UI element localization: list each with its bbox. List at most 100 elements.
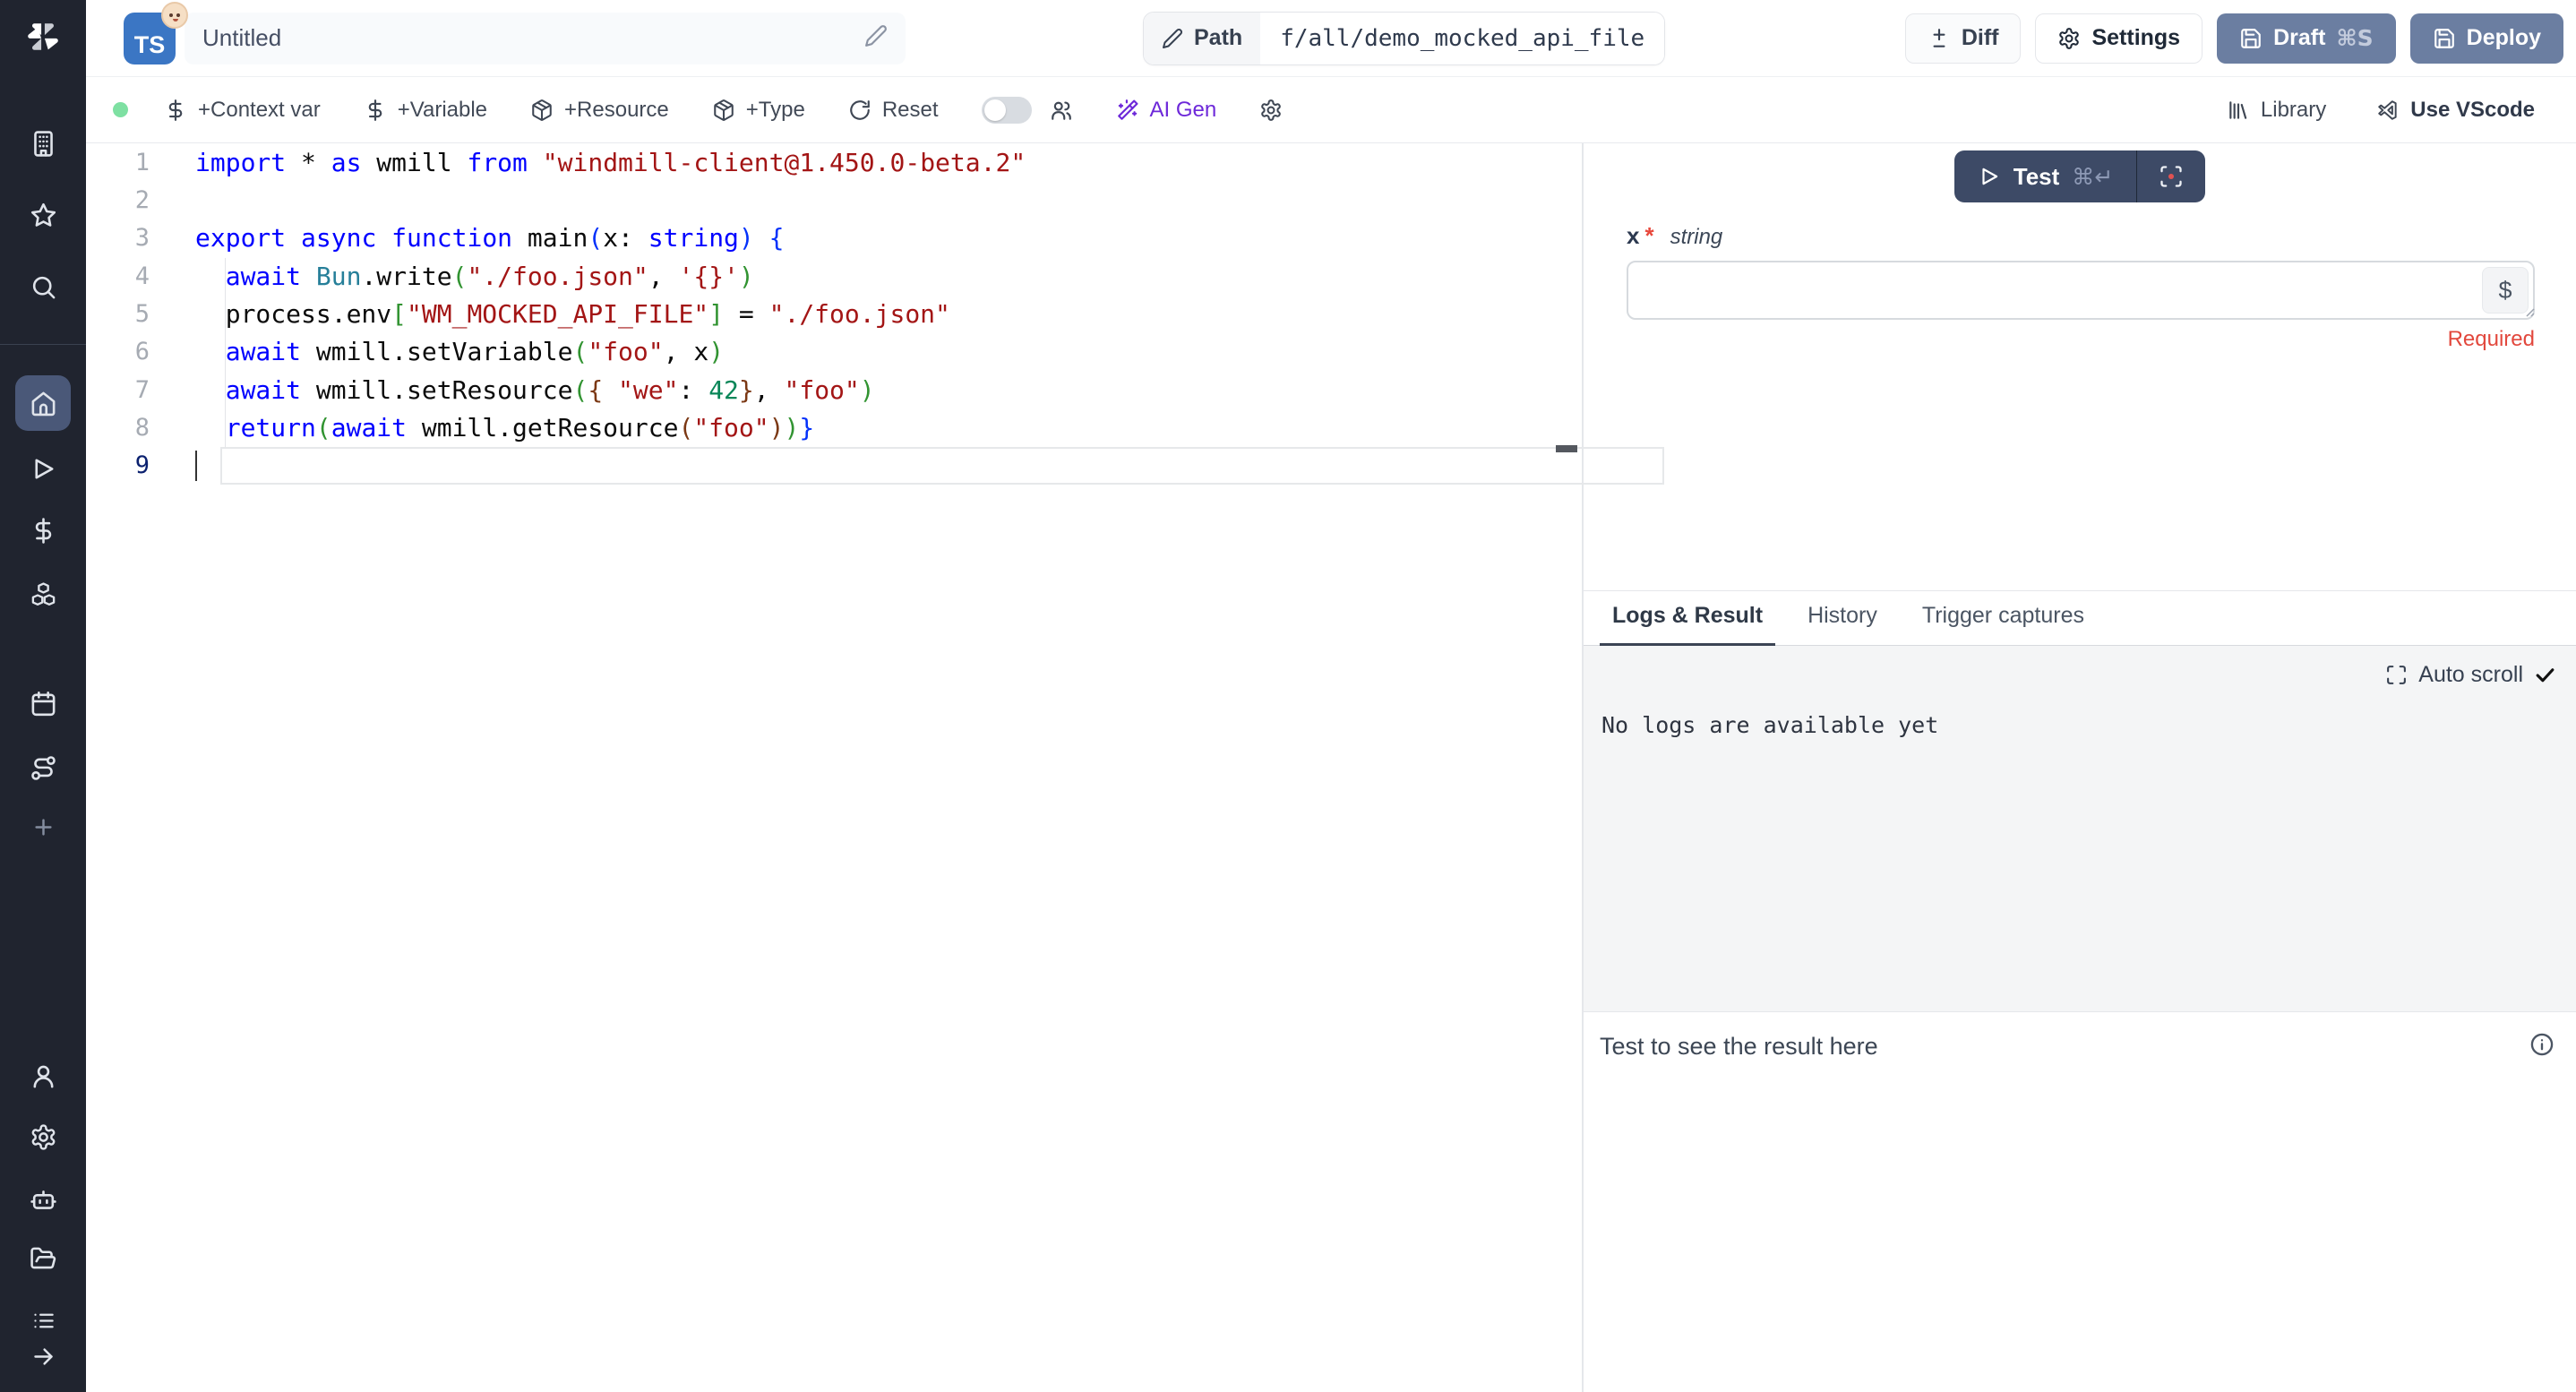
script-title-field[interactable]: Untitled: [185, 13, 906, 64]
result-tabs-section: Logs & Result History Trigger captures A…: [1584, 590, 2576, 1061]
code-line-text[interactable]: import * as wmill from "windmill-client@…: [150, 148, 1026, 177]
script-title: Untitled: [202, 24, 864, 52]
tab-history[interactable]: History: [1795, 603, 1890, 645]
code-line-text[interactable]: await Bun.write("./foo.json", '{}'): [150, 262, 754, 291]
deploy-button[interactable]: Deploy: [2410, 13, 2563, 64]
sidebar-item-resources[interactable]: [0, 570, 86, 620]
line-number: 8: [86, 414, 150, 442]
windmill-logo-icon[interactable]: [0, 16, 86, 57]
sidebar-item-workspace[interactable]: [0, 118, 86, 168]
scrollbar-cursor-mark[interactable]: [1556, 445, 1577, 452]
save-icon: [2433, 27, 2456, 50]
code-editor[interactable]: 1import * as wmill from "windmill-client…: [86, 143, 1582, 1392]
path-chip-label-area[interactable]: Path: [1144, 13, 1260, 64]
add-context-var-button[interactable]: +Context var: [164, 98, 321, 123]
sidebar-item-favorites[interactable]: [0, 190, 86, 240]
code-line-text[interactable]: process.env["WM_MOCKED_API_FILE"] = "./f…: [150, 299, 950, 329]
tab-logs-result[interactable]: Logs & Result: [1600, 603, 1775, 645]
diff-label: Diff: [1962, 25, 1999, 51]
sidebar-item-add[interactable]: [0, 802, 86, 852]
code-line-text[interactable]: await wmill.setVariable("foo", x): [150, 337, 724, 366]
code-line-3[interactable]: 3export async function main(x: string) {: [86, 219, 1582, 257]
add-type-button[interactable]: +Type: [712, 98, 805, 123]
route-icon: [30, 754, 57, 782]
code-line-1[interactable]: 1import * as wmill from "windmill-client…: [86, 143, 1582, 181]
run-panel: Test ⌘↵ x * string $: [1584, 143, 2576, 1392]
building-icon: [30, 130, 57, 158]
code-line-2[interactable]: 2: [86, 181, 1582, 219]
sidebar-item-ai[interactable]: [0, 1174, 86, 1224]
sidebar-item-settings[interactable]: [0, 1112, 86, 1162]
expand-icon: [2385, 664, 2408, 686]
test-button[interactable]: Test ⌘↵: [1954, 150, 2136, 202]
code-line-9[interactable]: 9: [86, 447, 1582, 485]
auto-scroll-toggle[interactable]: Auto scroll: [2385, 662, 2556, 688]
line-number: 9: [86, 451, 150, 479]
list-icon: [31, 1309, 56, 1333]
code-line-text[interactable]: return(await wmill.getResource("foo"))}: [150, 413, 814, 443]
pencil-icon: [1162, 28, 1183, 49]
arg-required-asterisk: *: [1644, 222, 1653, 250]
sidebar-item-variables[interactable]: [0, 505, 86, 555]
code-area[interactable]: 1import * as wmill from "windmill-client…: [86, 143, 1582, 485]
gear-icon: [1259, 99, 1283, 122]
arg-input-field[interactable]: $: [1627, 261, 2535, 320]
add-variable-button[interactable]: +Variable: [364, 98, 487, 123]
status-green-dot: [113, 102, 128, 117]
sidebar-item-search[interactable]: [0, 262, 86, 312]
path-chip[interactable]: Path f/all/demo_mocked_api_file: [1143, 12, 1665, 65]
use-vscode-button[interactable]: Use VScode: [2376, 98, 2535, 123]
sidebar-item-schedules[interactable]: [0, 678, 86, 728]
text-cursor: [195, 451, 197, 481]
dollar-sign-icon: [164, 99, 187, 122]
package-icon: [712, 99, 735, 122]
settings-label: Settings: [2091, 25, 2180, 51]
info-icon[interactable]: [2529, 1032, 2555, 1061]
code-line-8[interactable]: 8 return(await wmill.getResource("foo"))…: [86, 408, 1582, 446]
multiplayer-toggle[interactable]: [982, 97, 1032, 124]
settings-button[interactable]: Settings: [2035, 13, 2202, 64]
reset-button[interactable]: Reset: [848, 98, 939, 123]
pencil-icon[interactable]: [864, 24, 888, 52]
code-line-5[interactable]: 5 process.env["WM_MOCKED_API_FILE"] = ".…: [86, 295, 1582, 332]
logs-panel: Auto scroll No logs are available yet: [1584, 646, 2576, 1011]
sidebar-expand-arrow[interactable]: [0, 1331, 86, 1381]
code-line-7[interactable]: 7 await wmill.setResource({ "we": 42}, "…: [86, 371, 1582, 408]
library-button[interactable]: Library: [2227, 98, 2326, 123]
home-icon: [30, 390, 57, 417]
code-line-text[interactable]: await wmill.setResource({ "we": 42}, "fo…: [150, 375, 875, 405]
content-area: 1import * as wmill from "windmill-client…: [86, 143, 2576, 1392]
deploy-label: Deploy: [2467, 25, 2541, 51]
sidebar-item-folders[interactable]: [0, 1233, 86, 1284]
play-icon: [1978, 165, 2001, 188]
sidebar-item-user[interactable]: [0, 1051, 86, 1101]
dollar-sign-icon: [30, 517, 57, 545]
tab-trigger-captures[interactable]: Trigger captures: [1910, 603, 2097, 645]
sidebar-item-runs[interactable]: [0, 443, 86, 494]
test-label: Test: [2014, 163, 2060, 191]
test-shortcut: ⌘↵: [2072, 164, 2113, 190]
rotate-cw-icon: [848, 99, 872, 122]
sidebar-item-triggers[interactable]: [0, 743, 86, 793]
ai-gen-button[interactable]: AI Gen: [1116, 98, 1217, 123]
code-line-6[interactable]: 6 await wmill.setVariable("foo", x): [86, 333, 1582, 371]
typescript-language-badge: TS: [124, 13, 176, 64]
path-label: Path: [1194, 25, 1242, 51]
search-icon: [30, 273, 57, 301]
draft-button[interactable]: Draft ⌘S: [2217, 13, 2396, 64]
sidebar-item-home[interactable]: [0, 378, 86, 428]
gear-icon: [30, 1123, 57, 1151]
capture-run-button[interactable]: [2137, 150, 2205, 202]
code-line-text[interactable]: export async function main(x: string) {: [150, 223, 785, 253]
multiplayer-users-button[interactable]: [1050, 99, 1073, 122]
resize-handle[interactable]: [2522, 305, 2535, 322]
logs-empty-message: No logs are available yet: [1601, 712, 1938, 738]
editor-settings-button[interactable]: [1259, 99, 1283, 122]
type-label: +Type: [746, 98, 805, 123]
focus-capture-icon: [2159, 164, 2184, 189]
windmill-script-editor: TS Untitled Path f/all/demo_mocked_api_f…: [0, 0, 2576, 1392]
add-resource-button[interactable]: +Resource: [530, 98, 669, 123]
code-line-4[interactable]: 4 await Bun.write("./foo.json", '{}'): [86, 257, 1582, 295]
diff-button[interactable]: Diff: [1905, 13, 2022, 64]
context-var-label: +Context var: [198, 98, 321, 123]
